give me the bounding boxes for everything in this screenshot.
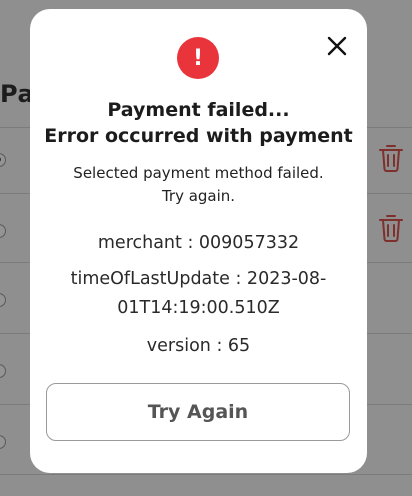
try-again-button[interactable]: Try Again — [46, 383, 350, 441]
close-icon[interactable] — [326, 35, 348, 57]
dialog-title-line-1: Payment failed... — [107, 99, 290, 121]
error-message-line-1: Selected payment method failed. — [73, 164, 324, 182]
exclamation-circle-icon: ! — [177, 37, 219, 79]
error-message-line-2: Try again. — [161, 187, 236, 205]
version-info: version : 65 — [146, 336, 251, 356]
last-update-line-1: timeOfLastUpdate : 2023-08- — [70, 269, 327, 289]
dialog-title-line-2: Error occurred with payment — [44, 125, 353, 147]
payment-failed-dialog: ! Payment failed... Error occurred with … — [30, 9, 367, 473]
last-update-line-2: 01T14:19:00.510Z — [117, 298, 280, 318]
try-again-label: Try Again — [147, 401, 249, 423]
merchant-info: merchant : 009057332 — [97, 233, 300, 253]
